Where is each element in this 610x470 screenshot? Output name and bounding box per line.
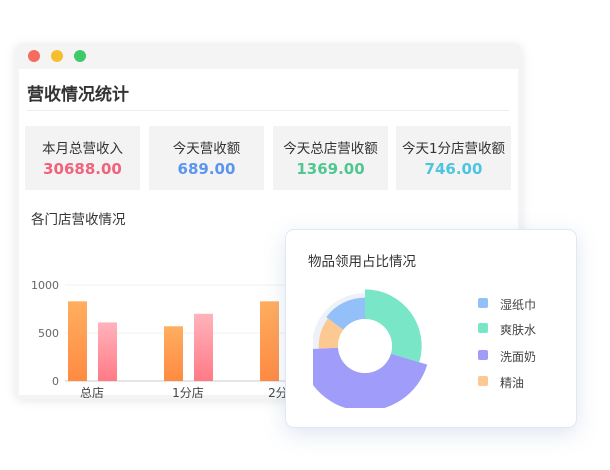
legend-item[interactable]: 湿纸巾 <box>478 296 558 312</box>
stat-label: 今天总店营收额 <box>283 141 378 157</box>
y-tick-label: 1000 <box>31 279 59 292</box>
legend-label: 爽肤水 <box>500 323 537 337</box>
usage-share-donut-chart <box>313 289 428 408</box>
bar-chart-title: 各门店营收情况 <box>31 212 126 228</box>
page-title: 营收情况统计 <box>27 85 129 105</box>
x-tick-label: 1分店 <box>172 386 204 399</box>
legend-label: 精油 <box>500 376 525 390</box>
title-divider <box>27 110 509 111</box>
minimize-window-button[interactable] <box>51 50 63 62</box>
window-titlebar <box>15 43 522 69</box>
bar <box>164 326 183 381</box>
stat-label: 今天1分店营收额 <box>401 141 506 157</box>
y-tick-label: 500 <box>38 327 59 340</box>
stat-card-branch1-revenue: 今天1分店营收额 746.00 <box>396 126 511 190</box>
legend-item[interactable]: 爽肤水 <box>478 321 558 337</box>
x-tick-label: 总店 <box>80 386 104 399</box>
donut-hole <box>338 319 392 373</box>
stat-label: 今天营收额 <box>172 141 241 157</box>
legend-swatch <box>478 350 488 360</box>
usage-share-card: 物品领用占比情况 湿纸巾爽肤水洗面奶精油 <box>285 229 577 428</box>
stat-value: 1369.00 <box>296 160 365 178</box>
pie-chart-title: 物品领用占比情况 <box>308 254 416 270</box>
legend-swatch <box>478 298 488 308</box>
legend-swatch <box>478 376 488 386</box>
legend-item[interactable]: 洗面奶 <box>478 348 558 364</box>
legend-label: 湿纸巾 <box>500 298 537 312</box>
bar <box>98 322 117 381</box>
stat-value: 30688.00 <box>43 160 122 178</box>
bar <box>260 301 279 381</box>
maximize-window-button[interactable] <box>74 50 86 62</box>
legend-swatch <box>478 323 488 333</box>
stat-label: 本月总营收入 <box>42 141 123 157</box>
stat-card-month-revenue: 本月总营收入 30688.00 <box>25 126 140 190</box>
screenshot-stage: 营收情况统计 本月总营收入 30688.00 今天营收额 689.00 今天总店… <box>0 0 610 470</box>
y-tick-label: 0 <box>52 375 59 388</box>
legend-item[interactable]: 精油 <box>478 374 558 390</box>
legend-label: 洗面奶 <box>500 350 537 364</box>
bar <box>68 301 87 381</box>
stat-card-today-revenue: 今天营收额 689.00 <box>149 126 264 190</box>
stat-value: 746.00 <box>424 160 483 178</box>
stat-value: 689.00 <box>177 160 236 178</box>
close-window-button[interactable] <box>28 50 40 62</box>
bar <box>194 313 213 381</box>
stat-card-main-store-revenue: 今天总店营收额 1369.00 <box>273 126 388 190</box>
